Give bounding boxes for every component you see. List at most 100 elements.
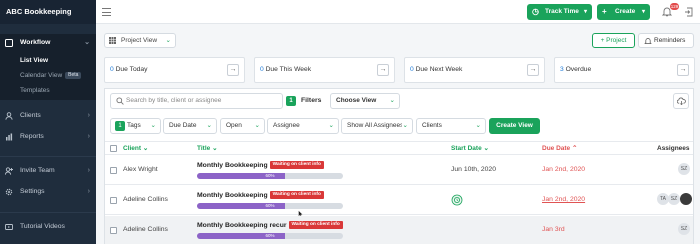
client-name[interactable]: Adeline Collins <box>123 226 168 233</box>
row-checkbox[interactable] <box>110 197 117 204</box>
table-row[interactable]: Adeline Collins Monthly Bookkeeping recu… <box>105 216 693 244</box>
arrow-right-icon[interactable]: → <box>677 64 689 76</box>
start-date[interactable]: Jun 10th, 2020 <box>451 166 496 173</box>
stat-card-overdue[interactable]: 3 Overdue → <box>554 57 695 83</box>
workflow-icon <box>5 39 13 47</box>
column-assignees: Assignees <box>657 145 690 152</box>
due-date[interactable]: Jan 2nd, 2020 <box>542 196 585 203</box>
avatar[interactable]: SZ <box>678 163 690 175</box>
chevron-right-icon: › <box>87 167 90 174</box>
add-project-button[interactable]: + Project <box>592 33 635 48</box>
column-due-date[interactable]: Due Date ⌃ <box>542 142 577 155</box>
chevron-down-icon: ⌄ <box>84 39 90 46</box>
track-time-button[interactable]: ◷ Track Time ▾ <box>527 4 592 20</box>
filters-button[interactable]: 1 Filters <box>286 93 328 109</box>
row-checkbox[interactable] <box>110 167 117 174</box>
create-button[interactable]: + Create ▾ <box>597 4 650 20</box>
arrow-right-icon[interactable]: → <box>377 64 389 76</box>
logout-icon[interactable] <box>684 7 693 17</box>
sidebar: ABC Bookkeeping Workflow ⌄ List View Cal… <box>0 0 96 244</box>
sidebar-item-clients[interactable]: Clients › <box>0 109 96 123</box>
tags-label: Tags <box>127 122 141 129</box>
chevron-right-icon: › <box>87 133 90 140</box>
stat-label: Overdue <box>565 66 592 73</box>
status-badge: Waiting on client info <box>269 161 324 169</box>
assignee-filter[interactable]: Assignee ⌄ <box>267 118 339 134</box>
due-date-filter[interactable]: Due Date ⌄ <box>163 118 217 134</box>
client-name[interactable]: Alex Wright <box>123 166 158 173</box>
title-text: Monthly Bookkeeping <box>197 161 268 169</box>
search-input[interactable]: Search by title, client or assignee <box>110 93 283 109</box>
clients-filter[interactable]: Clients ⌄ <box>416 118 486 134</box>
chevron-down-icon: ⌄ <box>212 145 218 152</box>
chevron-down-icon: ⌄ <box>149 119 156 133</box>
sidebar-item-label: Invite Team <box>20 167 55 174</box>
stat-card-due-next-week[interactable]: 0 Due Next Week → <box>404 57 545 83</box>
status-badge: Waiting on client info <box>288 221 343 229</box>
column-label: Start Date <box>451 145 482 152</box>
create-label: Create <box>615 8 636 15</box>
sidebar-item-tutorial-videos[interactable]: Tutorial Videos <box>0 220 96 234</box>
due-date[interactable]: Jan 3rd <box>542 226 565 233</box>
avatar[interactable]: SZ <box>678 223 690 235</box>
clients-label: Clients <box>422 122 442 129</box>
table-row[interactable]: Alex Wright Monthly Bookkeeping Waiting o… <box>105 156 693 185</box>
sidebar-item-invite-team[interactable]: Invite Team › <box>0 164 96 178</box>
sidebar-item-label: Calendar View <box>20 72 63 79</box>
progress-label: 60% <box>265 203 275 208</box>
job-title[interactable]: Monthly Bookkeeping recur Waiting on clie… <box>197 221 343 229</box>
sidebar-item-list-view[interactable]: List View <box>0 54 96 67</box>
download-button[interactable] <box>673 93 689 109</box>
progress-bar: 60% <box>197 233 343 239</box>
sidebar-divider <box>0 156 96 157</box>
show-all-assignees-filter[interactable]: Show All Assignees ⌄ <box>341 118 413 134</box>
due-date-label: Due Date <box>169 122 197 129</box>
sidebar-item-settings[interactable]: Settings › <box>0 185 96 199</box>
arrow-right-icon[interactable]: → <box>227 64 239 76</box>
create-view-button[interactable]: Create View <box>489 118 540 134</box>
menu-icon[interactable] <box>102 8 111 16</box>
sidebar-item-reports[interactable]: Reports › <box>0 130 96 144</box>
reminders-button[interactable]: Reminders <box>638 33 694 48</box>
column-title[interactable]: Title ⌄ <box>197 142 218 155</box>
sidebar-item-workflow[interactable]: Workflow ⌄ <box>0 36 96 50</box>
app-root: ABC Bookkeeping Workflow ⌄ List View Cal… <box>0 0 700 244</box>
job-title[interactable]: Monthly Bookkeeping Waiting on client inf… <box>197 191 324 199</box>
add-user-icon <box>5 167 13 175</box>
select-all-checkbox[interactable] <box>110 145 117 152</box>
column-client[interactable]: Client ⌄ <box>123 142 148 155</box>
plus-icon: + <box>602 7 607 16</box>
sidebar-item-templates[interactable]: Templates <box>0 84 96 97</box>
chevron-down-icon: ▾ <box>583 9 587 15</box>
stat-label: Due This Week <box>265 66 312 73</box>
brand-name[interactable]: ABC Bookkeeping <box>0 0 96 24</box>
tags-filter[interactable]: 1 Tags ⌄ <box>110 118 161 134</box>
sidebar-item-label: Tutorial Videos <box>20 223 65 230</box>
table-row[interactable]: Adeline Collins Monthly Bookkeeping Waiti… <box>105 186 693 218</box>
project-view-select[interactable]: Project View ⌄ <box>104 33 176 48</box>
column-start-date[interactable]: Start Date ⌄ <box>451 142 489 155</box>
avatar[interactable]: SZ <box>668 193 680 205</box>
chevron-down-icon: ⌄ <box>205 119 212 133</box>
row-checkbox[interactable] <box>110 227 117 234</box>
choose-view-select[interactable]: Choose View ⌄ <box>330 93 400 109</box>
due-date[interactable]: Jan 2nd, 2020 <box>542 166 585 173</box>
arrow-right-icon[interactable]: → <box>527 64 539 76</box>
clock-icon: ◷ <box>532 7 539 16</box>
clock-icon[interactable] <box>451 194 463 206</box>
grid-icon <box>109 37 116 44</box>
client-name[interactable]: Adeline Collins <box>123 196 168 203</box>
avatar-photo[interactable] <box>680 193 692 205</box>
column-label: Due Date <box>542 145 571 152</box>
sidebar-item-calendar-view[interactable]: Calendar View Beta <box>0 69 96 82</box>
progress-bar: 60% <box>197 173 343 179</box>
job-title[interactable]: Monthly Bookkeeping Waiting on client inf… <box>197 161 324 169</box>
stat-count: 0 <box>260 66 264 73</box>
tags-count-badge: 1 <box>115 121 125 131</box>
sidebar-item-label: Reports <box>20 133 44 140</box>
beta-badge: Beta <box>65 71 82 79</box>
stat-card-due-today[interactable]: 0 Due Today → <box>104 57 245 83</box>
reminders-label: Reminders <box>654 37 686 44</box>
status-filter[interactable]: Open ⌄ <box>220 118 265 134</box>
stat-card-due-this-week[interactable]: 0 Due This Week → <box>254 57 395 83</box>
